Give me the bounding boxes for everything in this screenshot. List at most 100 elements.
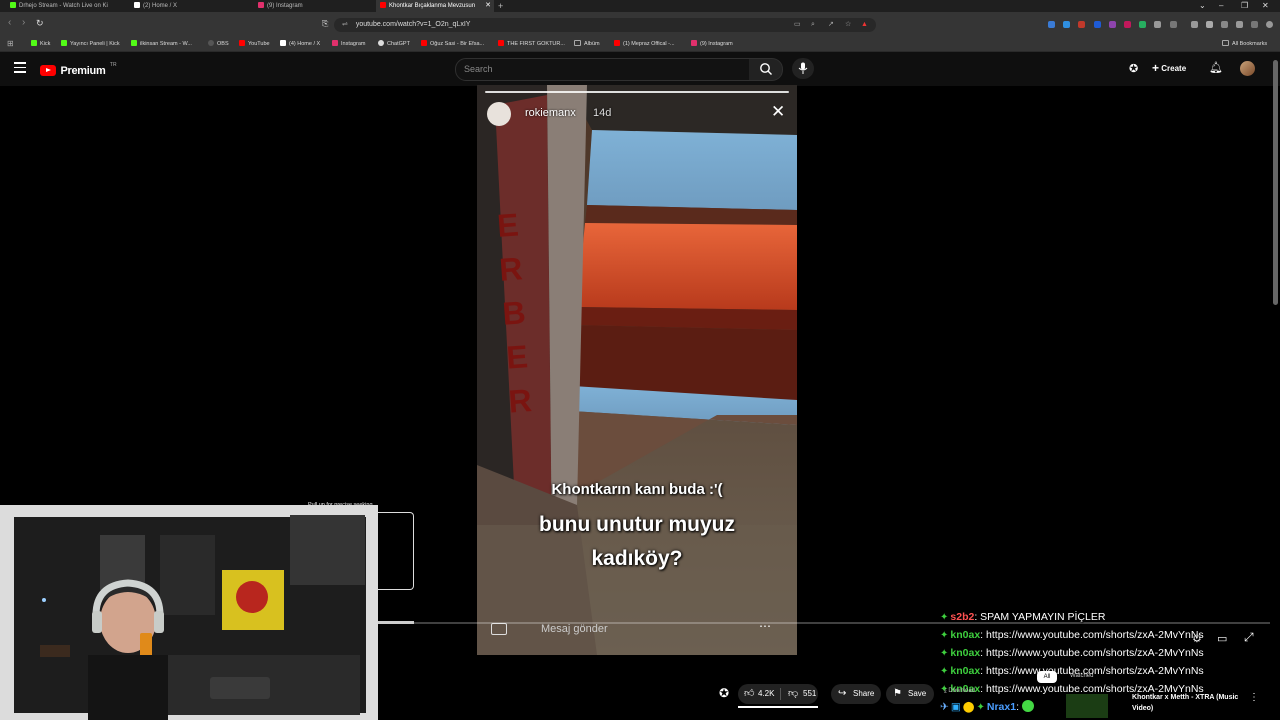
extension-icon[interactable] (1094, 21, 1101, 28)
chat-username[interactable]: s2b2 (950, 611, 974, 623)
extension-action-icon[interactable]: ✪ (719, 686, 729, 700)
badge-icon: ✈ (940, 701, 949, 713)
bookmark-item[interactable]: OBS (208, 38, 229, 50)
tab-kick-stream[interactable]: Drhejo Stream - Watch Live on Ki (6, 0, 128, 12)
chat-username[interactable]: kn0ax (950, 647, 980, 659)
bookmark-item[interactable]: YouTube (239, 38, 270, 50)
extension-icon[interactable] (1139, 21, 1146, 28)
instagram-icon (258, 2, 264, 8)
filter-chip-all[interactable]: All (1037, 671, 1057, 683)
star-icon[interactable]: ☆ (845, 18, 851, 32)
notifications-bell-icon[interactable]: 🔔︎ (1209, 61, 1223, 74)
extension-icon[interactable] (1236, 21, 1243, 28)
bookmark-item[interactable]: (4) Home / X (280, 38, 320, 50)
close-window-button[interactable]: ✕ (1262, 0, 1269, 11)
chat-message: ✦ s2b2: SPAM YAPMAYIN PİÇLER (940, 611, 1106, 623)
menu-icon[interactable] (14, 62, 26, 73)
chat-username[interactable]: kn0ax (950, 665, 980, 677)
extension-icon[interactable] (1109, 21, 1116, 28)
chat-text: https://www.youtube.com/shorts/zxA-2MvYn… (986, 629, 1204, 641)
fullscreen-icon[interactable]: ⤢ (1244, 630, 1254, 645)
chevron-down-icon[interactable]: ⌄ (1199, 0, 1206, 11)
camera-icon[interactable] (491, 623, 507, 635)
all-bookmarks-folder[interactable]: All Bookmarks (1222, 38, 1267, 50)
miniplayer-icon[interactable]: ▭ (1217, 632, 1227, 645)
profile-icon[interactable] (1266, 21, 1273, 28)
subscriber-badge-icon: ✦ (940, 648, 949, 659)
story-avatar[interactable] (487, 102, 511, 126)
like-count[interactable]: 4.2K (758, 684, 774, 704)
bookmark-item[interactable]: Yayıncı Paneli | Kick (61, 38, 120, 50)
sidebar-icon[interactable] (1206, 21, 1213, 28)
badge-icon: ▣ (950, 701, 961, 713)
chat-text: https://www.youtube.com/shorts/zxA-2MvYn… (986, 647, 1204, 659)
share-button[interactable]: ↪ Share (831, 684, 881, 704)
video-player-story[interactable]: rokiemanx 14d ✕ ERBER Khontkarın kanı bu… (477, 85, 797, 655)
bookmark-item[interactable]: Kick (31, 38, 50, 50)
extension-icon[interactable] (1170, 21, 1177, 28)
extension-icon[interactable] (1048, 21, 1055, 28)
extension-icon[interactable] (1063, 21, 1070, 28)
bookmark-item[interactable]: (1) Mepraz Offical -... (614, 38, 675, 50)
extension-icon[interactable] (1221, 21, 1228, 28)
bookmark-item[interactable]: THE FIRST GOKTUR... (498, 38, 565, 50)
story-progress-tick (513, 88, 514, 94)
chat-username[interactable]: kn0ax (950, 629, 980, 641)
site-info-icon[interactable]: ⇌ (342, 21, 348, 28)
save-button[interactable]: ⚑ Save (886, 684, 934, 704)
extension-gear-icon[interactable]: ✪ (1129, 62, 1138, 75)
divider (780, 688, 781, 700)
recommended-video-thumbnail[interactable] (1066, 694, 1108, 718)
maximize-button[interactable]: ❐ (1241, 0, 1248, 11)
close-tab-icon[interactable]: ✕ (485, 0, 491, 12)
new-tab-button[interactable]: + (498, 0, 510, 12)
dislike-icon[interactable]: 👎︎ (788, 684, 798, 704)
extension-icon[interactable] (1078, 21, 1085, 28)
voice-search-button[interactable] (792, 58, 814, 79)
bookmark-item[interactable]: ChatGPT (378, 38, 410, 50)
reload-icon[interactable]: ↻ (36, 18, 44, 29)
dislike-count[interactable]: 551 (803, 684, 816, 704)
back-icon[interactable]: ‹ (8, 17, 11, 28)
bookmark-icon[interactable]: ⎘ (322, 19, 328, 29)
close-icon[interactable]: ✕ (771, 102, 785, 122)
search-button[interactable] (749, 58, 783, 81)
more-vert-icon[interactable]: ⋮ (1249, 692, 1259, 703)
tab-instagram[interactable]: (9) Instagram (254, 0, 374, 12)
shield-icon[interactable] (1251, 21, 1258, 28)
bookmark-item[interactable]: (9) Instagram (691, 38, 733, 50)
tab-x-home[interactable]: (2) Home / X (130, 0, 252, 12)
minimize-button[interactable]: – (1219, 0, 1223, 11)
apps-grid-icon[interactable]: ⊞ (7, 38, 14, 50)
avatar[interactable] (1240, 61, 1255, 76)
bookmark-folder[interactable]: Albüm (574, 38, 600, 50)
bookmark-item[interactable]: ilkinsan Stream - W... (131, 38, 192, 50)
extensions-puzzle-icon[interactable] (1154, 21, 1161, 28)
story-message-input[interactable]: Mesaj gönder (541, 623, 608, 635)
chat-username[interactable]: Nrax1 (987, 701, 1016, 713)
search-input[interactable]: Search (455, 58, 751, 81)
forward-icon[interactable]: › (22, 17, 25, 28)
like-icon[interactable]: 👍︎ (744, 684, 754, 704)
youtube-premium-logo[interactable]: Premium TR (40, 62, 117, 77)
zoom-icon[interactable]: ⌕ (811, 18, 815, 32)
media-icon[interactable] (1191, 21, 1198, 28)
cast-icon[interactable]: ▭ (794, 18, 801, 32)
download-button[interactable]: ⤓ Download (944, 688, 975, 695)
instagram-icon (332, 40, 338, 46)
story-username[interactable]: rokiemanx (525, 107, 576, 119)
recommended-video-title[interactable]: Khontkar x Metth - XTRA (Music Video) (1132, 692, 1252, 714)
subscriber-badge-icon: ✦ (976, 702, 985, 713)
extension-red-icon[interactable]: ▲ (861, 18, 868, 32)
plus-icon: + (1152, 61, 1160, 75)
tab-youtube-active[interactable]: Khontkar Bıçaklanma Mevzusun ✕ (376, 0, 494, 12)
extension-icon[interactable] (1124, 21, 1131, 28)
create-button[interactable]: + Create (1152, 61, 1186, 75)
share-page-icon[interactable]: ↗ (828, 18, 834, 32)
story-caption-line-1: Khontkarın kanı buda :'( (551, 481, 723, 498)
bookmark-item[interactable]: Instagram (332, 38, 365, 50)
page-scrollbar[interactable] (1273, 60, 1278, 305)
microphone-icon (798, 62, 808, 74)
bookmark-item[interactable]: Oğuz Sasi - Bir Efsa... (421, 38, 484, 50)
url-field[interactable]: ⇌ youtube.com/watch?v=1_O2n_qLxIY ▭ ⌕ ↗ … (334, 18, 876, 32)
